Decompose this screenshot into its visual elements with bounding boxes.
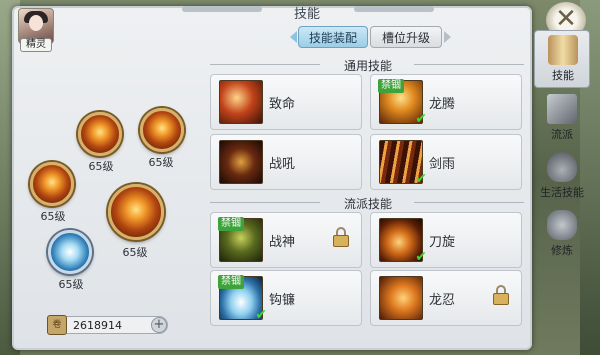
tab-skill-equip[interactable]: 技能装配	[298, 26, 368, 48]
skill-icon-jianyu: ✔	[379, 140, 427, 187]
slot-level-label: 65级	[58, 278, 84, 291]
skill-card-zhiming[interactable]: 致命	[210, 74, 362, 130]
currency-display: 卷 2618914 +	[47, 315, 168, 335]
skill-slot-4[interactable]	[108, 184, 164, 240]
sidebar-item-label: 生活技能	[540, 186, 584, 199]
section-title-common: 通用技能	[343, 59, 392, 73]
title-decoration-left	[182, 6, 262, 12]
title-decoration-right	[354, 6, 434, 12]
skill-name: 刀旋	[429, 235, 456, 250]
status-badge: 禁锢	[378, 79, 404, 93]
skill-icon-zhanhou	[219, 140, 263, 184]
skill-card-zhanhou[interactable]: 战吼	[210, 134, 362, 190]
skill-name: 龙忍	[429, 293, 456, 308]
skill-card-longteng[interactable]: 禁锢 ✔ 龙腾	[370, 74, 522, 130]
game-screen: 技能 技能装配 槽位升级 通用技能 致命 禁锢 ✔ 龙腾 战吼 ✔ 剑雨 流派技…	[0, 0, 600, 355]
sidebar: 技能 流派 生活技能 修炼	[532, 30, 592, 280]
sidebar-item-cultivation[interactable]: 修炼	[534, 206, 590, 264]
skill-card-goulian[interactable]: 禁锢 ✔ 钩镰	[210, 270, 362, 326]
tab-slot-upgrade[interactable]: 槽位升级	[370, 26, 442, 48]
skill-card-zhanshen[interactable]: 禁锢 战神	[210, 212, 362, 268]
skill-icon-longteng: 禁锢 ✔	[378, 79, 427, 127]
skill-slot-1[interactable]	[78, 112, 122, 156]
sidebar-item-label: 修炼	[551, 244, 573, 257]
skill-icon-zhiming	[219, 80, 263, 124]
skill-slot-3[interactable]	[30, 162, 74, 206]
skill-name: 致命	[269, 97, 296, 112]
sidebar-item-label: 技能	[552, 69, 574, 82]
cooking-pot-icon	[547, 152, 577, 182]
skill-icon-longren	[379, 276, 423, 320]
tab-bar: 技能装配 槽位升级	[290, 26, 451, 48]
slot-level-label: 65级	[148, 156, 174, 169]
book-icon	[547, 94, 577, 124]
add-currency-button[interactable]: +	[151, 317, 167, 333]
skill-icon-zhanshen: 禁锢	[218, 217, 263, 262]
slot-level-label: 65级	[88, 160, 114, 173]
tab-right-arrow-icon	[444, 31, 451, 43]
check-icon: ✔	[255, 307, 267, 323]
skill-icon-goulian: 禁锢 ✔	[218, 275, 267, 323]
skill-name: 龙腾	[429, 97, 456, 112]
lock-icon	[333, 227, 349, 247]
section-divider	[414, 64, 524, 65]
skill-slot-5[interactable]	[48, 230, 92, 274]
skill-card-longren[interactable]: 龙忍	[370, 270, 522, 326]
window-title: 技能	[293, 7, 320, 22]
scroll-icon	[548, 35, 578, 65]
sidebar-item-life-skills[interactable]: 生活技能	[534, 148, 590, 206]
status-badge: 禁锢	[218, 217, 244, 231]
section-divider	[414, 202, 524, 203]
skill-name: 战神	[269, 235, 296, 250]
skill-name: 战吼	[269, 157, 296, 172]
avatar-label: 精灵	[20, 38, 52, 52]
check-icon: ✔	[415, 111, 427, 127]
sidebar-item-label: 流派	[551, 128, 573, 141]
skill-icon-daoxuan: ✔	[379, 218, 427, 265]
scroll-currency-icon: 卷	[47, 315, 67, 335]
check-icon: ✔	[415, 249, 427, 265]
skill-name: 剑雨	[429, 157, 456, 172]
tab-left-arrow-icon	[290, 31, 297, 43]
skill-slot-2[interactable]	[140, 108, 184, 152]
skill-card-daoxuan[interactable]: ✔ 刀旋	[370, 212, 522, 268]
check-icon: ✔	[415, 171, 427, 187]
slot-level-label: 65级	[122, 246, 148, 259]
sidebar-item-skills[interactable]: 技能	[534, 30, 590, 88]
lock-icon	[493, 285, 509, 305]
slot-level-label: 65级	[40, 210, 66, 223]
status-badge: 禁锢	[218, 275, 244, 289]
skill-card-jianyu[interactable]: ✔ 剑雨	[370, 134, 522, 190]
section-title-school: 流派技能	[343, 197, 392, 211]
skills-panel: 技能 技能装配 槽位升级 通用技能 致命 禁锢 ✔ 龙腾 战吼 ✔ 剑雨 流派技…	[12, 6, 532, 350]
skill-name: 钩镰	[269, 293, 296, 308]
currency-value: 2618914	[73, 319, 122, 332]
fist-icon	[547, 210, 577, 240]
sidebar-item-school[interactable]: 流派	[534, 90, 590, 148]
